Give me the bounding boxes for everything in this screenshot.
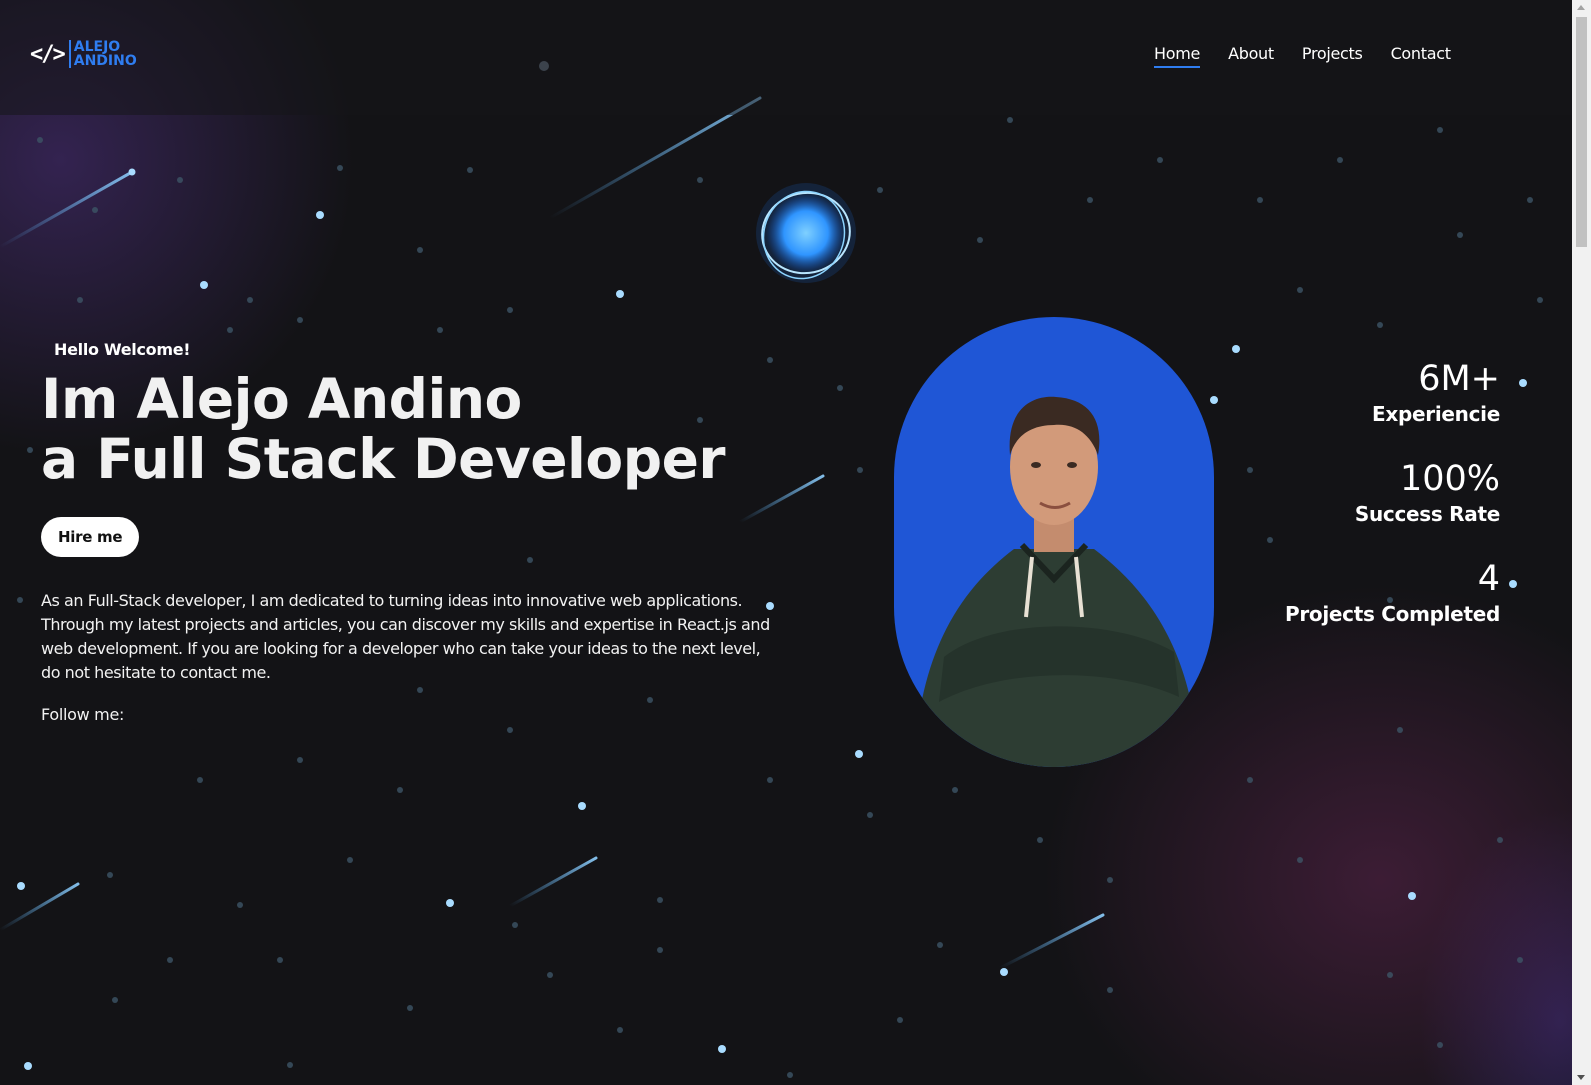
stat-projects-completed: 4 Projects Completed <box>1285 558 1500 626</box>
profile-portrait <box>894 317 1214 767</box>
scroll-down-arrow-icon[interactable] <box>1577 1075 1585 1080</box>
stat-success-rate: 100% Success Rate <box>1285 458 1500 526</box>
scroll-up-arrow-icon[interactable] <box>1577 5 1585 10</box>
nav-link-about[interactable]: About <box>1228 44 1274 68</box>
logo-wordmark: ALEJO ANDINO <box>68 39 137 69</box>
nav-link-home[interactable]: Home <box>1154 44 1200 68</box>
stat-label: Experiencie <box>1372 402 1500 426</box>
stat-experience: 6M+ Experiencie <box>1285 358 1500 426</box>
hero-headline: Im Alejo Andino a Full Stack Developer <box>41 369 801 489</box>
glowing-planet-icon <box>756 183 856 283</box>
stat-value: 4 <box>1477 559 1500 599</box>
nav-links: Home About Projects Contact <box>1154 44 1451 68</box>
headline-line-2: a Full Stack Developer <box>41 427 726 491</box>
stats-panel: 6M+ Experiencie 100% Success Rate 4 Proj… <box>1285 358 1500 658</box>
top-navbar: </> ALEJO ANDINO Home About Projects Con… <box>0 0 1572 115</box>
stat-label: Projects Completed <box>1284 602 1500 626</box>
hero-intro-text: As an Full-Stack developer, I am dedicat… <box>41 591 770 682</box>
hero-greeting: Hello Welcome! <box>54 340 191 359</box>
logo-line-2: ANDINO <box>73 53 137 69</box>
stat-label: Success Rate <box>1354 502 1500 526</box>
nav-link-contact[interactable]: Contact <box>1391 44 1451 68</box>
page-scrollbar[interactable] <box>1572 0 1591 1085</box>
person-portrait-icon <box>914 396 1199 767</box>
hero-section: Hello Welcome! Im Alejo Andino a Full St… <box>41 340 801 724</box>
stat-value: 6M+ <box>1418 359 1500 399</box>
follow-me-label: Follow me: <box>41 705 125 724</box>
portfolio-page: </> ALEJO ANDINO Home About Projects Con… <box>0 0 1591 1085</box>
code-brackets-icon: </> <box>30 41 66 67</box>
headline-line-1: Im Alejo Andino <box>41 367 522 431</box>
hire-me-button[interactable]: Hire me <box>41 517 140 557</box>
stat-value: 100% <box>1399 459 1500 499</box>
site-logo[interactable]: </> ALEJO ANDINO <box>30 40 137 68</box>
nav-link-projects[interactable]: Projects <box>1302 44 1363 68</box>
logo-line-1: ALEJO <box>73 39 121 55</box>
scrollbar-thumb[interactable] <box>1576 17 1587 247</box>
